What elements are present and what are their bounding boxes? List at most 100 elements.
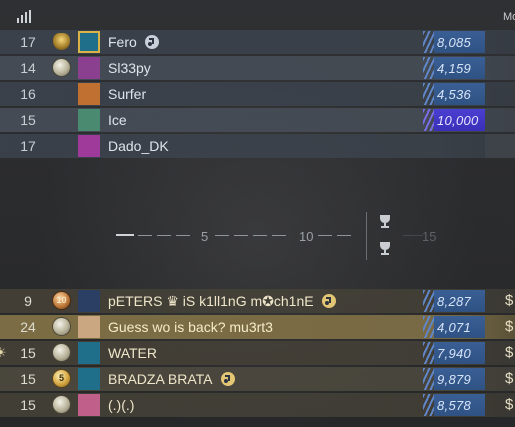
timeline-tick [138,235,152,236]
timeline-label-5: 5 [201,229,209,244]
premier-rating-value: 4,536 [437,87,472,102]
player-money: $ [505,292,514,309]
avatar[interactable] [78,368,100,390]
player-name-text: Ice [108,112,127,128]
rank-level-number: 10 [56,295,67,305]
avatar[interactable] [78,83,100,105]
music-kit-icon [321,294,336,308]
rank-medal-icon: 5 [53,370,70,387]
rank-medal-icon [53,318,70,335]
rank-medal-icon [53,344,70,361]
player-row[interactable]: 17 Dado_DK [0,134,515,158]
player-row[interactable]: ☀ 15 WATER 7,940 $ [0,341,515,365]
premier-rating-badge: 10,000 [423,109,485,131]
timeline-label-10: 10 [299,229,314,244]
timeline-tick [318,235,332,236]
player-row[interactable]: 15 Ice 10,000 [0,108,515,132]
player-name-text: Dado_DK [108,138,169,154]
player-name-text: Sl33py [108,60,151,76]
empty-rating-slot [485,134,515,158]
player-level: 15 [20,112,36,128]
avatar[interactable] [78,342,100,364]
premier-rating-badge: 8,085 [423,31,485,53]
player-name[interactable]: (.)(.) [108,397,134,413]
player-row[interactable]: 15 5 BRADZA BRATA 9,879 $ [0,367,515,391]
rank-medal-icon [53,59,70,76]
premier-rating-badge: 4,071 [423,316,485,338]
timeline-tick [157,235,171,236]
player-name-text: pETERS ♛ iS k1ll1nG m✪ch1nE [108,293,314,309]
player-name-text: Guess wo is back? mu3rt3 [108,319,273,335]
player-name-text: (.)(.) [108,397,135,413]
player-name[interactable]: Ice [108,112,127,128]
avatar[interactable] [78,290,100,312]
player-money: $ [505,344,514,361]
timeline-tick [253,235,267,236]
premier-rating-value: 4,159 [437,61,472,76]
timeline-label-15: 15 [422,229,437,244]
avatar[interactable] [78,109,100,131]
player-level: 16 [20,86,36,102]
sun-icon: ☀ [0,345,7,360]
player-level: 9 [24,293,32,309]
player-row[interactable]: 16 Surfer 4,536 [0,82,515,106]
avatar[interactable] [78,135,100,157]
premier-rating-value: 8,578 [437,398,472,413]
round-history: 5 10 15 [0,160,515,290]
timeline-tick [234,235,248,236]
player-name-text: BRADZA BRATA [108,371,213,387]
rank-medal-icon [53,396,70,413]
signal-bars-icon [17,10,33,23]
player-name[interactable]: Dado_DK [108,138,169,154]
rank-level-number: 5 [58,373,64,383]
player-money: $ [505,370,514,387]
timeline-tick [403,235,423,236]
player-name-text: WATER [108,345,157,361]
premier-rating-badge: 7,940 [423,342,485,364]
avatar[interactable] [78,31,100,53]
trophy-icon [380,215,390,228]
player-name[interactable]: Surfer [108,86,146,102]
player-row[interactable]: 14 Sl33py 4,159 [0,56,515,80]
premier-rating-badge: 9,879 [423,368,485,390]
timeline-tick [272,235,286,236]
player-row[interactable]: 15 (.)(.) 8,578 $ [0,393,515,417]
timeline-tick [176,235,190,236]
avatar[interactable] [78,316,100,338]
player-name[interactable]: BRADZA BRATA [108,371,235,387]
player-row[interactable]: 24 Guess wo is back? mu3rt3 4,071 $ [0,315,515,339]
premier-rating-value: 7,940 [437,346,472,361]
player-level: 17 [20,34,36,50]
player-level: 15 [20,397,36,413]
avatar[interactable] [78,394,100,416]
premier-rating-badge: 8,287 [423,290,485,312]
premier-rating-badge: 8,578 [423,394,485,416]
player-name[interactable]: Fero [108,34,159,50]
premier-rating-badge: 4,536 [423,83,485,105]
player-row[interactable]: 17 Fero 8,085 [0,30,515,54]
avatar[interactable] [78,57,100,79]
player-name[interactable]: pETERS ♛ iS k1ll1nG m✪ch1nE [108,293,336,310]
premier-rating-value: 4,071 [437,320,472,335]
player-name[interactable]: WATER [108,345,157,361]
premier-rating-value: 8,287 [437,294,472,309]
player-name-text: Fero [108,34,137,50]
player-name[interactable]: Guess wo is back? mu3rt3 [108,319,273,335]
money-column-header: Mo [503,11,515,23]
player-row[interactable]: 9 10 pETERS ♛ iS k1ll1nG m✪ch1nE 8,287 $ [0,289,515,313]
scoreboard-header: Mo [0,0,515,30]
rank-medal-icon [53,33,70,50]
premier-rating-value: 8,085 [437,35,472,50]
music-kit-icon [144,35,159,49]
player-name-text: Surfer [108,86,147,102]
premier-rating-value: 10,000 [437,113,479,128]
player-level: 24 [20,319,36,335]
rank-medal-icon: 10 [53,292,70,309]
premier-rating-value: 9,879 [437,372,472,387]
trophy-icon [380,242,390,255]
player-name[interactable]: Sl33py [108,60,151,76]
timeline-tick [215,235,229,236]
timeline-current-marker [116,234,134,236]
music-kit-icon [220,372,235,386]
player-level: 15 [20,371,36,387]
